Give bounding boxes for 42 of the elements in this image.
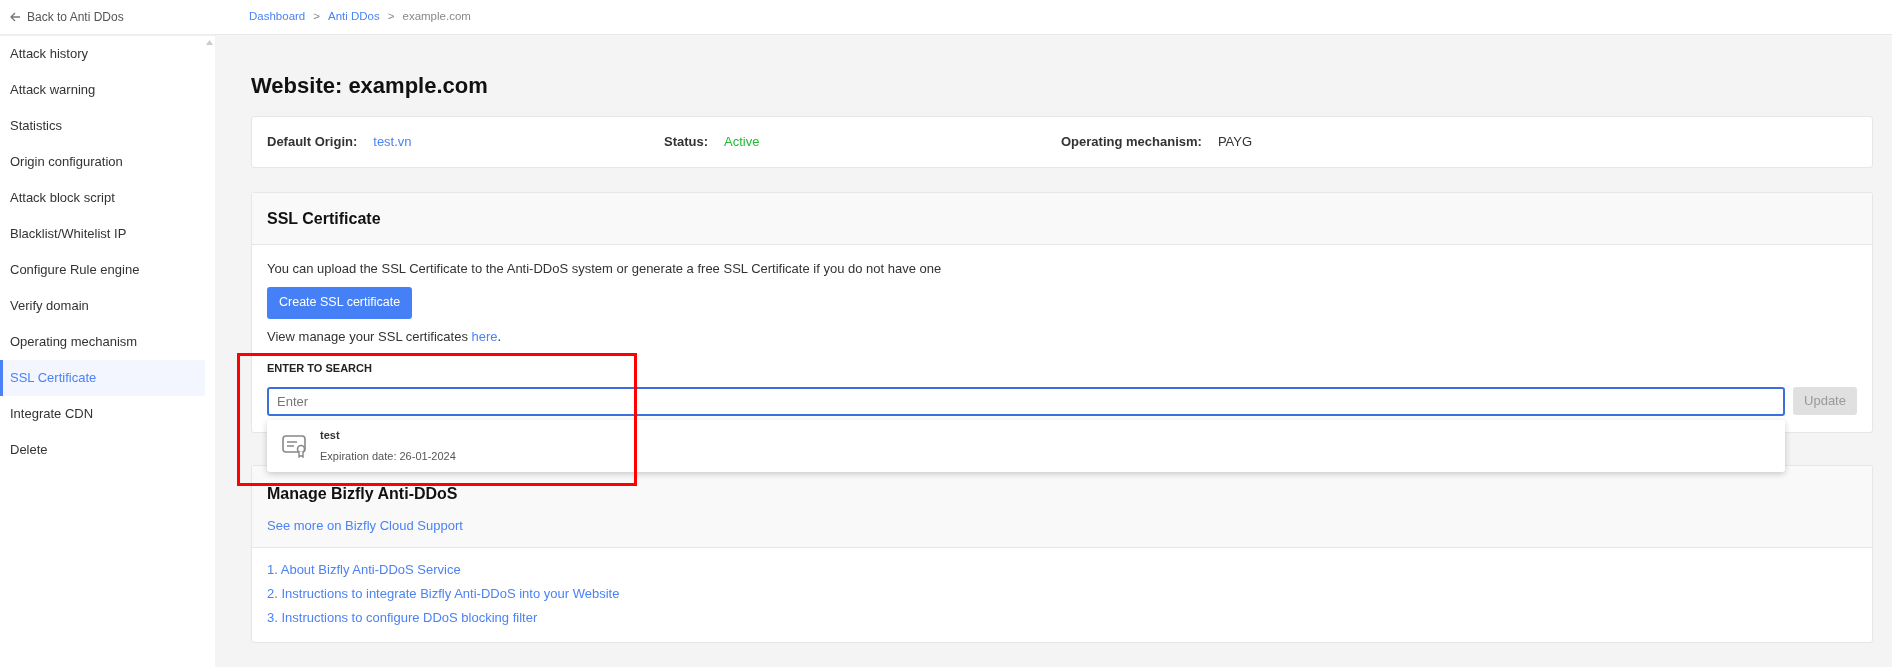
guide-link[interactable]: 1. About Bizfly Anti-DDoS Service — [267, 558, 1857, 582]
sidebar-item[interactable]: Delete — [0, 432, 205, 468]
sidebar-item[interactable]: Attack block script — [0, 180, 205, 216]
guide-link[interactable]: 2. Instructions to integrate Bizfly Anti-DDoS into your Website — [267, 582, 1857, 606]
breadcrumb-current: example.com — [402, 9, 471, 25]
back-arrow-icon — [10, 12, 21, 22]
here-link[interactable]: here — [471, 328, 498, 344]
support-link[interactable]: See more on Bizfly Cloud Support — [267, 515, 463, 535]
search-field[interactable]: Enter — [267, 386, 1785, 416]
sidebar-item[interactable]: Blacklist/Whitelist IP — [0, 216, 205, 252]
sidebar-item[interactable]: Statistics — [0, 108, 205, 144]
sidebar-item[interactable]: Verify domain — [0, 288, 205, 324]
status-value: Active — [724, 133, 760, 152]
certificate-icon — [282, 433, 308, 458]
page-title: Website: example.com — [251, 72, 489, 100]
result-item[interactable]: test Expiration date: 26-01-2024 — [267, 419, 1785, 472]
sidebar-item[interactable]: Operating mechanism — [0, 324, 205, 360]
breadcrumb-link[interactable]: Dashboard — [249, 8, 306, 26]
section-title: SSL Certificate — [267, 208, 381, 229]
sidebar-item[interactable]: Attack warning — [0, 72, 205, 108]
sidebar-item[interactable]: Origin configuration — [0, 144, 205, 180]
breadcrumb-link[interactable]: Anti DDos — [328, 8, 380, 26]
sidebar-item[interactable]: Integrate CDN — [0, 396, 205, 432]
breadcrumb-separator: > — [387, 9, 395, 25]
result-name: test — [320, 428, 341, 443]
info-label: Status: — [664, 133, 709, 152]
manage-text: View manage your SSL certificates here. — [267, 327, 503, 346]
guide-link[interactable]: 3. Instructions to configure DDoS blocking filter — [267, 606, 1857, 630]
search-label: ENTER TO SEARCH — [267, 361, 373, 376]
info-label: Operating mechanism: — [1061, 133, 1202, 152]
sidebar-item[interactable]: Configure Rule engine — [0, 252, 205, 288]
info-link[interactable]: test.vn — [373, 132, 412, 152]
info-label: Default Origin: — [267, 133, 358, 152]
sidebar-item[interactable]: Attack history — [0, 36, 205, 72]
info-value: PAYG — [1217, 133, 1253, 152]
scroll-up-icon[interactable] — [206, 40, 213, 45]
section-title: Manage Bizfly Anti-DDoS — [267, 483, 459, 504]
expiration-text: Expiration date: 26-01-2024 — [320, 448, 456, 464]
breadcrumb-separator: > — [313, 9, 320, 25]
sidebar-item[interactable]: SSL Certificate — [0, 360, 205, 396]
create-ssl-button[interactable]: Create SSL certificate — [267, 286, 413, 319]
description-text: You can upload the SSL Certificate to the Anti-DDoS system or generate a free SSL Certificate if you do not have one — [267, 260, 943, 278]
